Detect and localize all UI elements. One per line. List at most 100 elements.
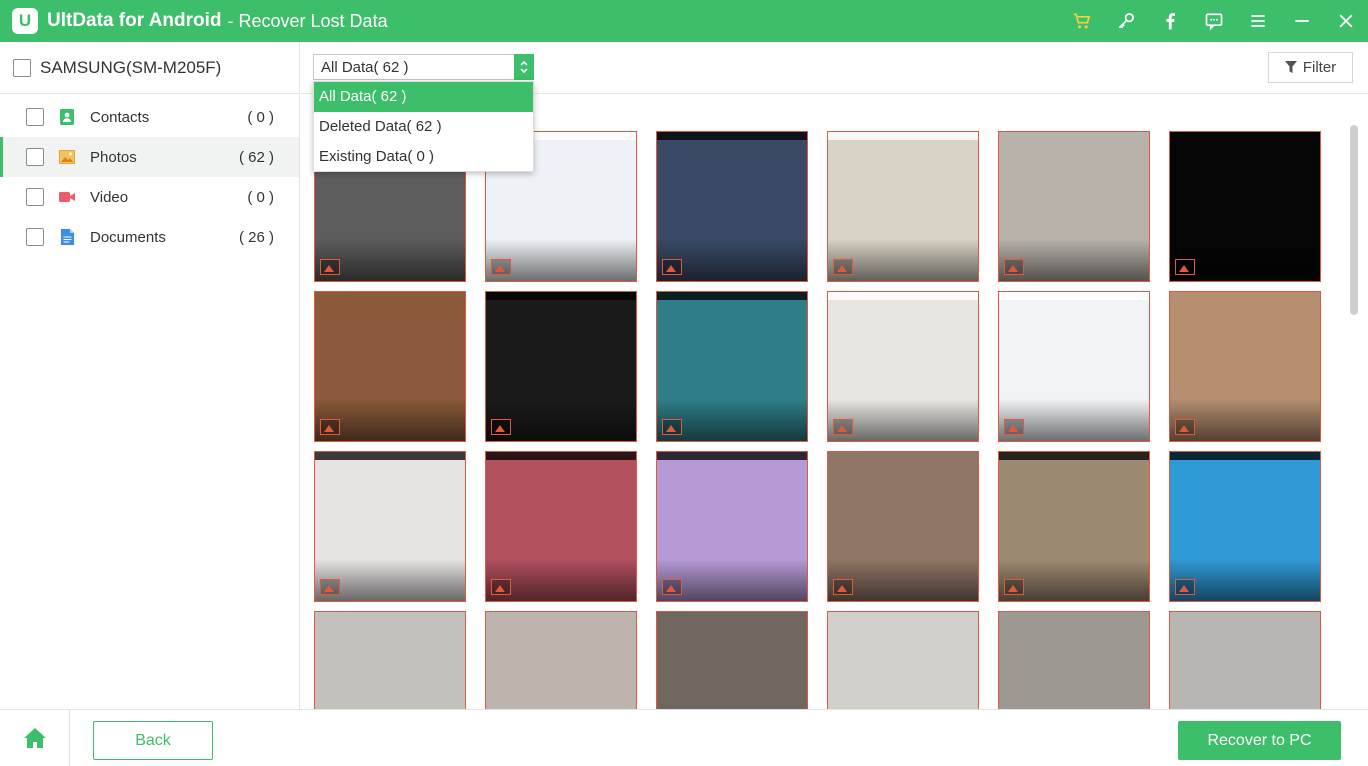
photo-grid (314, 131, 1321, 709)
device-name: SAMSUNG(SM-M205F) (40, 57, 222, 77)
photo-thumbnail[interactable] (1169, 291, 1321, 442)
video-label: Video (90, 188, 129, 206)
photos-checkbox[interactable] (26, 148, 44, 166)
photo-thumbnail[interactable] (827, 451, 979, 602)
video-count: ( 0 ) (247, 188, 274, 206)
image-type-icon (1004, 259, 1024, 275)
image-type-icon (491, 579, 511, 595)
photo-thumbnail[interactable] (656, 131, 808, 282)
sidebar: SAMSUNG(SM-M205F) Contacts ( 0 ) Photos … (0, 42, 300, 709)
photo-thumbnail[interactable] (314, 611, 466, 709)
sidebar-item-contacts[interactable]: Contacts ( 0 ) (0, 97, 299, 137)
dropdown-option-deleted[interactable]: Deleted Data( 62 ) (314, 112, 533, 142)
photo-thumbnail[interactable] (998, 611, 1150, 709)
photo-thumbnail[interactable] (656, 291, 808, 442)
close-icon[interactable] (1324, 0, 1368, 42)
documents-checkbox[interactable] (26, 228, 44, 246)
photo-thumbnail[interactable] (314, 451, 466, 602)
photo-thumbnail[interactable] (1169, 451, 1321, 602)
image-type-icon (491, 419, 511, 435)
back-button[interactable]: Back (93, 721, 213, 760)
photo-thumbnail[interactable] (656, 451, 808, 602)
video-checkbox[interactable] (26, 188, 44, 206)
photo-thumbnail[interactable] (827, 131, 979, 282)
photo-thumbnail[interactable] (656, 611, 808, 709)
app-logo: U (12, 8, 38, 34)
image-type-icon (320, 579, 340, 595)
phone-status-bar (486, 452, 636, 460)
image-type-icon (1004, 579, 1024, 595)
sidebar-item-documents[interactable]: Documents ( 26 ) (0, 217, 299, 257)
image-type-icon (491, 259, 511, 275)
category-list: Contacts ( 0 ) Photos ( 62 ) Video ( 0 )… (0, 94, 299, 257)
contacts-checkbox[interactable] (26, 108, 44, 126)
filter-icon (1284, 61, 1297, 73)
image-type-icon (320, 419, 340, 435)
footer: Back Recover to PC (0, 709, 1368, 766)
image-type-icon (1175, 579, 1195, 595)
filter-label: Filter (1302, 59, 1337, 76)
phone-status-bar (999, 452, 1149, 460)
photo-thumbnail[interactable] (485, 611, 637, 709)
app-subtitle: - Recover Lost Data (227, 10, 388, 31)
photo-thumbnail[interactable] (827, 611, 979, 709)
image-type-icon (1175, 259, 1195, 275)
photo-thumbnail[interactable] (1169, 611, 1321, 709)
sidebar-item-video[interactable]: Video ( 0 ) (0, 177, 299, 217)
photos-label: Photos (90, 148, 137, 166)
menu-icon[interactable] (1236, 0, 1280, 42)
phone-status-bar (315, 452, 465, 460)
grid-scrollbar[interactable] (1350, 125, 1358, 315)
image-type-icon (1004, 419, 1024, 435)
device-checkbox[interactable] (13, 58, 31, 77)
minimize-icon[interactable] (1280, 0, 1324, 42)
photo-thumbnail[interactable] (998, 131, 1150, 282)
photo-thumbnail[interactable] (485, 451, 637, 602)
key-icon[interactable] (1104, 0, 1148, 42)
phone-status-bar (1170, 452, 1320, 460)
documents-label: Documents (90, 228, 166, 246)
dropdown-option-all[interactable]: All Data( 62 ) (314, 82, 533, 112)
video-icon (59, 189, 75, 205)
select-arrow-icon[interactable] (514, 54, 534, 80)
phone-status-bar (657, 132, 807, 140)
phone-status-bar (486, 292, 636, 300)
photo-thumbnail[interactable] (998, 451, 1150, 602)
home-button[interactable] (0, 710, 70, 766)
device-row[interactable]: SAMSUNG(SM-M205F) (0, 42, 299, 94)
photo-thumbnail[interactable] (827, 291, 979, 442)
image-type-icon (320, 259, 340, 275)
photo-thumbnail[interactable] (1169, 131, 1321, 282)
photos-icon (59, 149, 75, 165)
sidebar-item-photos[interactable]: Photos ( 62 ) (0, 137, 299, 177)
phone-status-bar (657, 292, 807, 300)
contacts-label: Contacts (90, 108, 150, 126)
image-type-icon (1175, 419, 1195, 435)
image-type-icon (662, 419, 682, 435)
data-type-dropdown: All Data( 62 ) Deleted Data( 62 ) Existi… (313, 81, 534, 172)
documents-icon (59, 229, 75, 245)
app-title: UltData for Android (47, 10, 222, 31)
data-type-select[interactable]: All Data( 62 ) (313, 54, 534, 80)
image-type-icon (833, 259, 853, 275)
feedback-icon[interactable] (1192, 0, 1236, 42)
recover-to-pc-button[interactable]: Recover to PC (1178, 721, 1341, 760)
contacts-icon (59, 109, 75, 125)
image-type-icon (833, 579, 853, 595)
photo-thumbnail[interactable] (998, 291, 1150, 442)
photo-thumbnail[interactable] (485, 291, 637, 442)
home-icon (23, 728, 46, 748)
phone-status-bar (828, 132, 978, 140)
photo-thumbnail[interactable] (314, 291, 466, 442)
documents-count: ( 26 ) (238, 228, 274, 246)
cart-icon[interactable] (1060, 0, 1104, 42)
phone-status-bar (999, 292, 1149, 300)
dropdown-option-existing[interactable]: Existing Data( 0 ) (314, 142, 533, 172)
photos-count: ( 62 ) (238, 148, 274, 166)
title-bar: U UltData for Android - Recover Lost Dat… (0, 0, 1368, 42)
filter-button[interactable]: Filter (1268, 52, 1353, 83)
data-type-select-value: All Data( 62 ) (321, 59, 409, 76)
facebook-icon[interactable] (1148, 0, 1192, 42)
image-type-icon (833, 419, 853, 435)
image-type-icon (662, 579, 682, 595)
